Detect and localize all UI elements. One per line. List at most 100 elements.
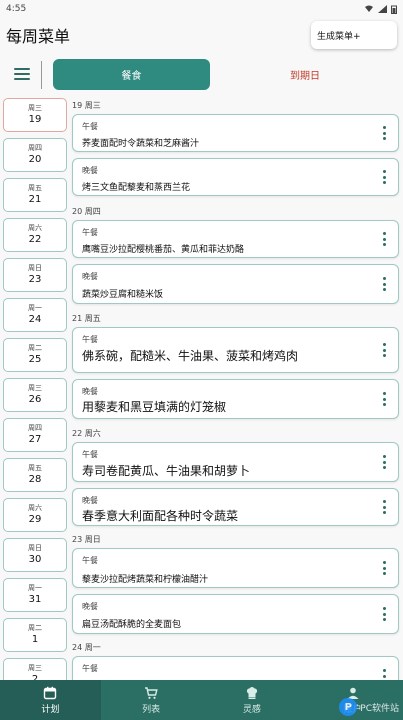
meal-card[interactable]: 午餐 [72,656,399,680]
battery-icon [391,5,397,14]
more-options-icon[interactable] [382,500,386,514]
day-item-1[interactable]: 周二 1 [3,618,67,652]
day-number: 21 [28,194,42,205]
tab-row: 餐食 到期日 [0,56,403,94]
meal-card[interactable]: 午餐 荞麦面配时令蔬菜和芝麻酱汁 [72,114,399,152]
day-number: 31 [28,594,42,605]
day-weekday: 周四 [28,424,42,432]
day-item-23[interactable]: 周日 23 [3,258,67,292]
meal-dish: 藜麦沙拉配烤蔬菜和柠檬油醋汁 [82,575,209,585]
day-number: 20 [28,154,42,165]
day-weekday: 周四 [28,144,42,152]
day-item-2[interactable]: 周三 2 [3,658,67,680]
meal-type-label: 晚餐 [82,387,98,396]
day-item-29[interactable]: 周六 29 [3,498,67,532]
meal-card[interactable]: 午餐 藜麦沙拉配烤蔬菜和柠檬油醋汁 [72,548,399,588]
day-item-22[interactable]: 周六 22 [3,218,67,252]
day-weekday: 周六 [28,504,42,512]
app-bar: 每周菜单 生成菜单+ [0,18,403,52]
day-number: 2 [31,674,39,680]
menu-icon[interactable] [14,68,30,80]
nav-list[interactable]: 列表 [101,680,202,720]
day-item-25[interactable]: 周二 25 [3,338,67,372]
signal-icon [378,5,387,13]
meal-type-label: 午餐 [82,450,98,459]
more-options-icon[interactable] [382,170,386,184]
meal-card[interactable]: 晚餐 扁豆汤配酥脆的全麦面包 [72,594,399,634]
day-weekday: 周一 [28,304,42,312]
meal-type-label: 午餐 [82,122,98,131]
tab-due-date[interactable]: 到期日 [250,59,360,90]
page-title: 每周菜单 [6,27,71,46]
date-section-header: 24 周一 [72,643,101,652]
more-options-icon[interactable] [382,126,386,140]
meal-card[interactable]: 晚餐 用藜麦和黑豆填满的灯笼椒 [72,379,399,419]
more-options-icon[interactable] [382,343,386,357]
more-options-icon[interactable] [382,607,386,621]
more-options-icon[interactable] [382,277,386,291]
generate-menu-button[interactable]: 生成菜单+ [311,21,397,49]
day-number: 19 [28,114,42,125]
day-number: 30 [28,554,42,565]
calendar-icon [44,686,57,699]
plan-content[interactable]: 周三 19 周四 20 周五 21 周六 22 周日 23 周一 24 周二 25 周三 26 … [0,96,403,680]
day-item-21[interactable]: 周五 21 [3,178,67,212]
more-options-icon[interactable] [382,561,386,575]
day-item-28[interactable]: 周五 28 [3,458,67,492]
day-number: 26 [28,394,42,405]
meal-card[interactable]: 晚餐 烤三文鱼配藜麦和蒸西兰花 [72,158,399,196]
day-item-19[interactable]: 周三 19 [3,98,67,132]
meal-dish: 烤三文鱼配藜麦和蒸西兰花 [82,183,191,193]
day-number: 27 [28,434,42,445]
status-icons [364,5,397,14]
bottom-nav: 计划 列表 灵感 账户 P PC软件站 [0,680,403,720]
day-weekday: 周日 [28,264,42,272]
day-item-30[interactable]: 周日 30 [3,538,67,572]
meal-dish: 蔬菜炒豆腐和糙米饭 [82,290,164,300]
date-section-header: 21 周五 [72,314,101,323]
nav-label: 列表 [142,704,161,715]
tab-meals[interactable]: 餐食 [53,59,210,90]
day-item-26[interactable]: 周三 26 [3,378,67,412]
day-number: 28 [28,474,42,485]
meal-card[interactable]: 午餐 鹰嘴豆沙拉配樱桃番茄、黄瓜和菲达奶酪 [72,220,399,258]
day-weekday: 周二 [28,624,42,632]
day-item-20[interactable]: 周四 20 [3,138,67,172]
day-number: 24 [28,314,42,325]
day-weekday: 周一 [28,584,42,592]
more-options-icon[interactable] [382,455,386,469]
day-item-31[interactable]: 周一 31 [3,578,67,612]
day-number: 23 [28,274,42,285]
status-time: 4:55 [6,4,27,14]
day-number: 1 [31,634,39,645]
meal-dish: 用藜麦和黑豆填满的灯笼椒 [82,400,227,414]
date-section-header: 20 周四 [72,207,101,216]
more-options-icon[interactable] [382,232,386,246]
day-weekday: 周五 [28,184,42,192]
nav-inspiration[interactable]: 灵感 [202,680,303,720]
day-item-24[interactable]: 周一 24 [3,298,67,332]
day-number: 29 [28,514,42,525]
meal-card[interactable]: 午餐 佛系碗，配糙米、牛油果、菠菜和烤鸡肉 [72,327,399,373]
day-weekday: 周六 [28,224,42,232]
day-weekday: 周三 [28,384,42,392]
chef-hat-icon [246,686,257,699]
meal-type-label: 晚餐 [82,272,98,281]
wifi-icon [365,5,373,12]
nav-plan[interactable]: 计划 [0,680,101,720]
meal-type-label: 午餐 [82,335,98,344]
meal-type-label: 午餐 [82,228,98,237]
day-number: 22 [28,234,42,245]
day-number: 25 [28,354,42,365]
meal-card[interactable]: 午餐 寿司卷配黄瓜、牛油果和胡萝卜 [72,442,399,482]
meal-type-label: 晚餐 [82,166,98,175]
more-options-icon[interactable] [382,669,386,680]
watermark: P PC软件站 [339,698,399,716]
meal-card[interactable]: 晚餐 春季意大利面配各种时令蔬菜 [72,488,399,526]
meal-dish: 扁豆汤配酥脆的全麦面包 [82,620,182,630]
date-section-header: 19 周三 [72,101,101,110]
status-bar: 4:55 [0,0,403,18]
more-options-icon[interactable] [382,392,386,406]
day-item-27[interactable]: 周四 27 [3,418,67,452]
meal-card[interactable]: 晚餐 蔬菜炒豆腐和糙米饭 [72,264,399,304]
